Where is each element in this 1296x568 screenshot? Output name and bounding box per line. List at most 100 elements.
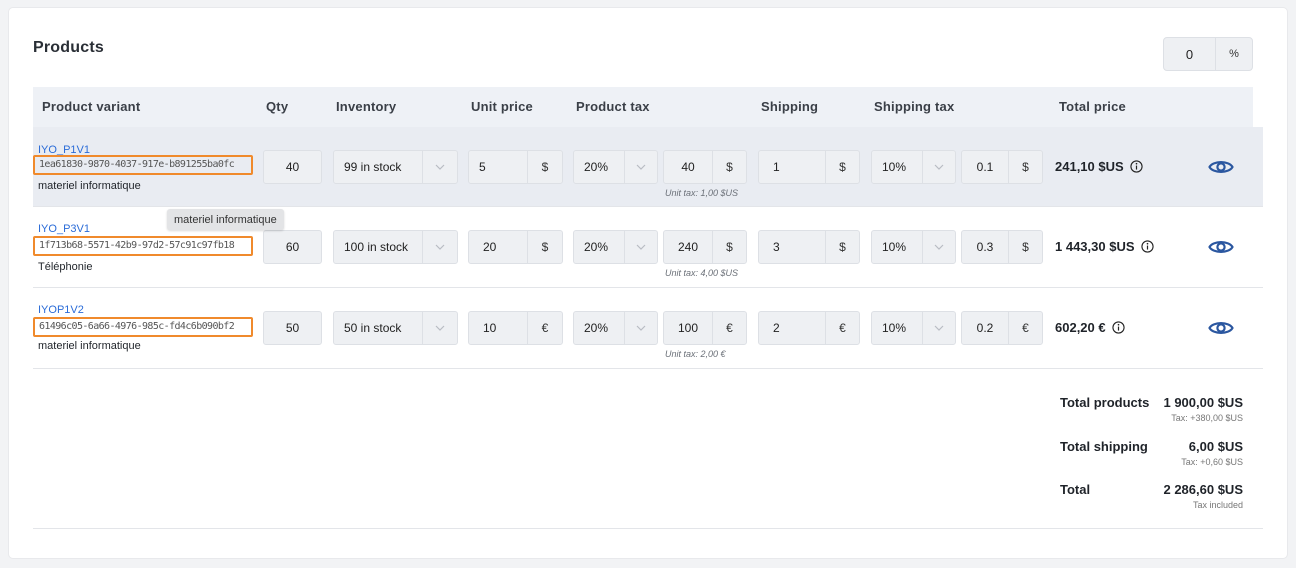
shipping-tax-rate-value: 10% xyxy=(882,160,907,174)
total-price: 241,10 $US xyxy=(1055,159,1143,174)
product-tax-amount-value[interactable]: 40 xyxy=(664,151,712,183)
product-tax-rate-select[interactable]: 20% xyxy=(573,150,658,184)
col-shipping: Shipping xyxy=(761,99,819,114)
global-discount-input[interactable]: 0 % xyxy=(1163,37,1253,71)
unit-price-value[interactable]: 10 xyxy=(469,312,527,344)
table-row: IYOP1V2 61496c05-6a66-4976-985c-fd4c6b09… xyxy=(33,289,1263,369)
shipping-tax-amount-input[interactable]: 0.3 $ xyxy=(961,230,1043,264)
chevron-down-icon[interactable] xyxy=(624,231,657,263)
unit-price-input[interactable]: 5 $ xyxy=(468,150,563,184)
shipping-tax-rate-select[interactable]: 10% xyxy=(871,150,956,184)
table-row: IYO_P1V1 1ea61830-9870-4037-917e-b891255… xyxy=(33,127,1263,207)
variant-name-link[interactable]: IYO_P3V1 xyxy=(38,223,90,235)
col-product-tax: Product tax xyxy=(576,99,650,114)
grand-total-value: 2 286,60 $US xyxy=(1163,482,1243,497)
unit-price-input[interactable]: 10 € xyxy=(468,311,563,345)
qty-value[interactable]: 50 xyxy=(264,312,321,344)
total-products-tax: Tax: +380,00 $US xyxy=(1171,413,1243,423)
chevron-down-icon[interactable] xyxy=(922,231,955,263)
grand-total-label: Total xyxy=(1060,482,1091,497)
shipping-tax-rate-value: 10% xyxy=(882,240,907,254)
total-price-value: 241,10 $US xyxy=(1055,159,1124,174)
col-total-price: Total price xyxy=(1059,99,1126,114)
chevron-down-icon[interactable] xyxy=(422,151,457,183)
total-shipping-value: 6,00 $US xyxy=(1188,439,1243,454)
variant-id: 61496c05-6a66-4976-985c-fd4c6b090bf2 xyxy=(33,317,253,337)
total-price-value: 1 443,30 $US xyxy=(1055,239,1135,254)
total-price: 1 443,30 $US xyxy=(1055,239,1154,254)
product-tax-amount-input[interactable]: 40 $ xyxy=(663,150,747,184)
currency-label: $ xyxy=(712,231,746,263)
eye-icon[interactable] xyxy=(1208,319,1234,337)
currency-label: $ xyxy=(1008,231,1042,263)
currency-label: $ xyxy=(825,151,859,183)
unit-price-value[interactable]: 20 xyxy=(469,231,527,263)
variant-category: materiel informatique xyxy=(38,340,141,352)
chevron-down-icon[interactable] xyxy=(624,151,657,183)
shipping-tax-rate-value: 10% xyxy=(882,321,907,335)
shipping-tax-amount-value[interactable]: 0.2 xyxy=(962,312,1008,344)
product-tax-amount-input[interactable]: 100 € xyxy=(663,311,747,345)
discount-unit: % xyxy=(1229,48,1239,60)
info-icon[interactable] xyxy=(1140,240,1154,253)
currency-label: $ xyxy=(1008,151,1042,183)
chevron-down-icon[interactable] xyxy=(422,312,457,344)
product-tax-amount-input[interactable]: 240 $ xyxy=(663,230,747,264)
product-tax-rate-select[interactable]: 20% xyxy=(573,311,658,345)
shipping-input[interactable]: 1 $ xyxy=(758,150,860,184)
inventory-select[interactable]: 99 in stock xyxy=(333,150,458,184)
variant-category: Téléphonie xyxy=(38,261,93,273)
qty-input[interactable]: 40 xyxy=(263,150,322,184)
shipping-value[interactable]: 2 xyxy=(759,312,825,344)
variant-id: 1f713b68-5571-42b9-97d2-57c91c97fb18 xyxy=(33,236,253,256)
currency-label: $ xyxy=(712,151,746,183)
variant-category: materiel informatique xyxy=(38,180,141,192)
shipping-tax-amount-value[interactable]: 0.1 xyxy=(962,151,1008,183)
col-shipping-tax: Shipping tax xyxy=(874,99,955,114)
info-icon[interactable] xyxy=(1130,160,1143,173)
shipping-tax-amount-input[interactable]: 0.2 € xyxy=(961,311,1043,345)
section-title: Products xyxy=(33,39,104,56)
shipping-value[interactable]: 3 xyxy=(759,231,825,263)
col-product-variant: Product variant xyxy=(42,99,141,114)
currency-label: € xyxy=(825,312,859,344)
divider xyxy=(33,528,1263,529)
category-tooltip: materiel informatique xyxy=(167,209,284,230)
product-tax-rate-value: 20% xyxy=(584,240,609,254)
currency-label: $ xyxy=(527,231,562,263)
qty-input[interactable]: 60 xyxy=(263,230,322,264)
shipping-tax-rate-select[interactable]: 10% xyxy=(871,230,956,264)
product-tax-rate-select[interactable]: 20% xyxy=(573,230,658,264)
inventory-select[interactable]: 50 in stock xyxy=(333,311,458,345)
info-icon[interactable] xyxy=(1111,321,1125,334)
shipping-tax-rate-select[interactable]: 10% xyxy=(871,311,956,345)
total-shipping-label: Total shipping xyxy=(1060,439,1148,454)
shipping-input[interactable]: 2 € xyxy=(758,311,860,345)
inventory-select[interactable]: 100 in stock xyxy=(333,230,458,264)
col-unit-price: Unit price xyxy=(471,99,533,114)
unit-price-value[interactable]: 5 xyxy=(469,151,527,183)
qty-value[interactable]: 60 xyxy=(264,231,321,263)
qty-input[interactable]: 50 xyxy=(263,311,322,345)
eye-icon[interactable] xyxy=(1208,238,1234,256)
chevron-down-icon[interactable] xyxy=(624,312,657,344)
chevron-down-icon[interactable] xyxy=(922,312,955,344)
product-tax-amount-value[interactable]: 240 xyxy=(664,231,712,263)
currency-label: € xyxy=(1008,312,1042,344)
chevron-down-icon[interactable] xyxy=(422,231,457,263)
total-products-label: Total products xyxy=(1060,395,1150,410)
product-tax-amount-value[interactable]: 100 xyxy=(664,312,712,344)
col-inventory: Inventory xyxy=(336,99,397,114)
eye-icon[interactable] xyxy=(1208,158,1234,176)
chevron-down-icon[interactable] xyxy=(922,151,955,183)
shipping-tax-amount-value[interactable]: 0.3 xyxy=(962,231,1008,263)
discount-value[interactable]: 0 xyxy=(1164,38,1216,70)
shipping-value[interactable]: 1 xyxy=(759,151,825,183)
unit-price-input[interactable]: 20 $ xyxy=(468,230,563,264)
qty-value[interactable]: 40 xyxy=(264,151,321,183)
shipping-tax-amount-input[interactable]: 0.1 $ xyxy=(961,150,1043,184)
variant-name-link[interactable]: IYOP1V2 xyxy=(38,304,84,316)
shipping-input[interactable]: 3 $ xyxy=(758,230,860,264)
product-tax-rate-value: 20% xyxy=(584,160,609,174)
currency-label: $ xyxy=(527,151,562,183)
